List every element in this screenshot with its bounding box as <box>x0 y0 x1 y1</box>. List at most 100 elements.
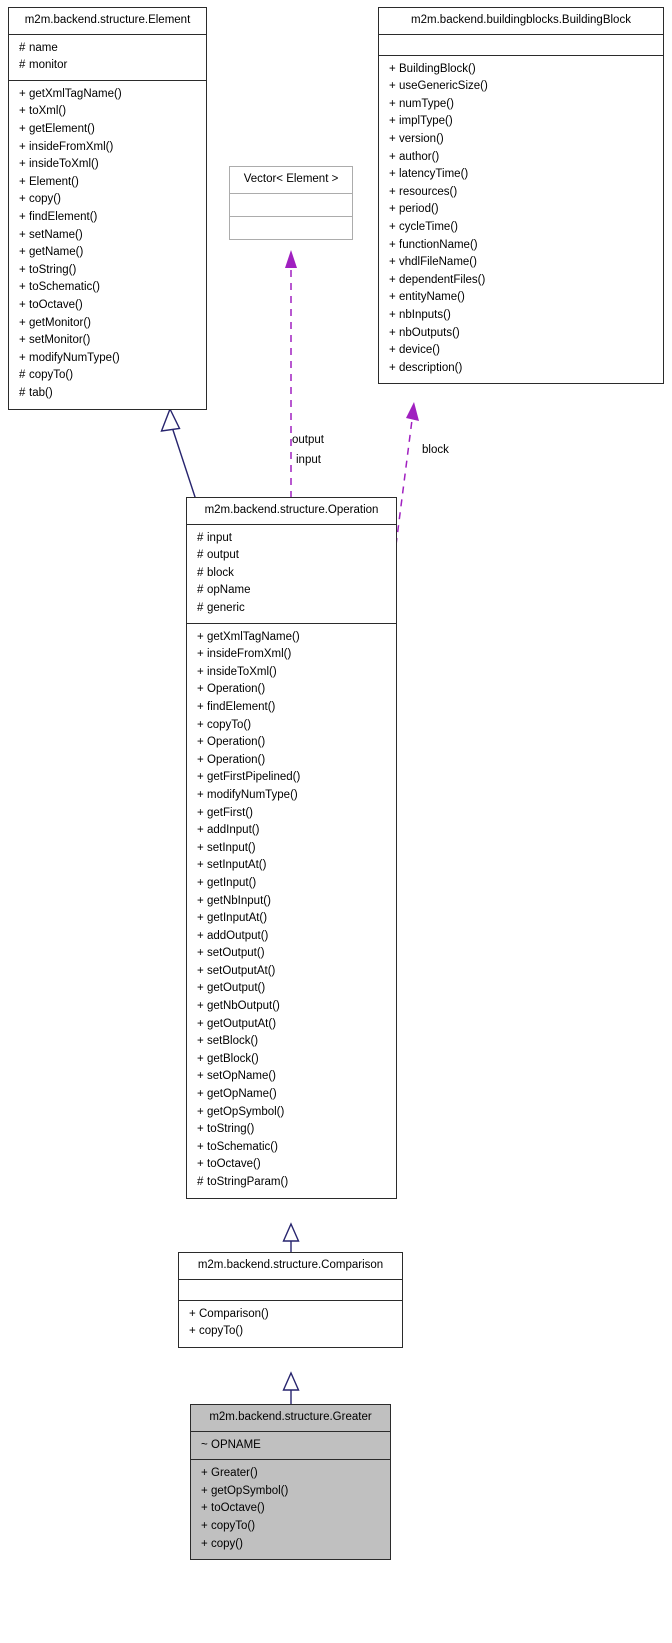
visibility-marker: + <box>197 1000 204 1013</box>
visibility-marker: + <box>389 326 396 339</box>
visibility-marker: + <box>197 788 204 801</box>
member-label: copy() <box>29 193 61 206</box>
visibility-marker: + <box>389 168 396 181</box>
member-label: Operation() <box>207 753 266 766</box>
visibility-marker: + <box>19 334 26 347</box>
class-operation: + setMonitor() <box>9 332 206 350</box>
member-label: opName <box>207 584 251 597</box>
visibility-marker: + <box>197 648 204 661</box>
class-operation: + copy() <box>191 1536 390 1554</box>
class-box-buildingblock[interactable]: m2m.backend.buildingblocks.BuildingBlock… <box>378 7 664 385</box>
class-title-operation: m2m.backend.structure.Operation <box>187 498 396 525</box>
visibility-marker: # <box>197 531 204 544</box>
member-label: author() <box>399 150 440 163</box>
visibility-marker: # <box>197 549 204 562</box>
class-attribute: # name <box>9 40 206 58</box>
visibility-marker: + <box>19 175 26 188</box>
member-label: setBlock() <box>207 1035 259 1048</box>
class-operation: + insideToXml() <box>9 156 206 174</box>
member-label: Element() <box>29 175 79 188</box>
class-box-comparison[interactable]: m2m.backend.structure.Comparison + Compar… <box>178 1252 403 1348</box>
class-operation: + toString() <box>9 262 206 280</box>
class-operation: + getInputAt() <box>187 910 396 928</box>
visibility-marker: # <box>197 1176 204 1189</box>
visibility-marker: + <box>389 185 396 198</box>
member-label: addOutput() <box>207 929 269 942</box>
class-operations-comparison: + Comparison() + copyTo() <box>179 1301 402 1347</box>
class-operation: + Operation() <box>187 681 396 699</box>
class-attribute: # input <box>187 530 396 548</box>
member-label: nbInputs() <box>399 308 451 321</box>
visibility-marker: + <box>19 210 26 223</box>
visibility-marker: + <box>189 1325 196 1338</box>
member-label: getNbInput() <box>207 894 271 907</box>
class-title-vector-element: Vector< Element > <box>230 167 352 194</box>
class-box-greater[interactable]: m2m.backend.structure.Greater ~ OPNAME + G… <box>190 1404 391 1561</box>
member-label: toOctave() <box>207 1158 261 1171</box>
visibility-marker: + <box>197 894 204 907</box>
visibility-marker: + <box>389 220 396 233</box>
class-operation: + period() <box>379 201 663 219</box>
visibility-marker: + <box>197 683 204 696</box>
class-attributes-greater: ~ OPNAME <box>191 1431 390 1461</box>
class-operation: + Greater() <box>191 1465 390 1483</box>
class-operations-vector-element <box>230 217 352 239</box>
class-operations-operation: + getXmlTagName() + insideFromXml() + insideT… <box>187 624 396 1198</box>
class-operation: + toOctave() <box>9 297 206 315</box>
visibility-marker: + <box>389 256 396 269</box>
member-label: copyTo() <box>211 1520 256 1533</box>
visibility-marker: + <box>389 291 396 304</box>
class-operation: + entityName() <box>379 289 663 307</box>
class-operation: + BuildingBlock() <box>379 61 663 79</box>
class-operation: # copyTo() <box>9 367 206 385</box>
visibility-marker: # <box>19 59 26 72</box>
class-operation: + copy() <box>9 191 206 209</box>
class-operation: + getFirst() <box>187 805 396 823</box>
class-box-operation[interactable]: m2m.backend.structure.Operation # input # o… <box>186 497 397 1199</box>
class-operation: + getOpSymbol() <box>191 1483 390 1501</box>
class-operation: + nbOutputs() <box>379 325 663 343</box>
class-operation: + cycleTime() <box>379 219 663 237</box>
member-label: findElement() <box>29 210 98 223</box>
class-operation: + setName() <box>9 227 206 245</box>
class-operation: + nbInputs() <box>379 307 663 325</box>
visibility-marker: + <box>197 824 204 837</box>
member-label: setOpName() <box>207 1070 277 1083</box>
member-label: modifyNumType() <box>207 788 298 801</box>
member-label: toSchematic() <box>29 281 100 294</box>
class-operation: + setOutputAt() <box>187 963 396 981</box>
class-box-vector-element[interactable]: Vector< Element > <box>229 166 353 240</box>
visibility-marker: + <box>389 344 396 357</box>
class-operations-greater: + Greater() + getOpSymbol() + toOctave() + copy… <box>191 1460 390 1560</box>
visibility-marker: + <box>197 736 204 749</box>
class-title-greater: m2m.backend.structure.Greater <box>191 1405 390 1432</box>
class-attribute: ~ OPNAME <box>191 1437 390 1455</box>
visibility-marker: + <box>19 123 26 136</box>
member-label: setMonitor() <box>29 334 91 347</box>
member-label: copyTo() <box>207 718 252 731</box>
class-operation: + resources() <box>379 184 663 202</box>
member-label: insideToXml() <box>207 665 277 678</box>
visibility-marker: + <box>197 718 204 731</box>
member-label: toString() <box>29 263 77 276</box>
visibility-marker: + <box>19 105 26 118</box>
member-label: toStringParam() <box>207 1176 289 1189</box>
class-operation: + findElement() <box>187 699 396 717</box>
member-label: generic <box>207 602 245 615</box>
class-title-buildingblock: m2m.backend.buildingblocks.BuildingBlock <box>379 8 663 35</box>
visibility-marker: + <box>19 263 26 276</box>
member-label: getOutputAt() <box>207 1017 277 1030</box>
class-box-element[interactable]: m2m.backend.structure.Element # name # moni… <box>8 7 207 410</box>
visibility-marker: + <box>197 1105 204 1118</box>
member-label: getNbOutput() <box>207 1000 280 1013</box>
class-operation: + setBlock() <box>187 1033 396 1051</box>
member-label: copyTo() <box>199 1325 244 1338</box>
member-label: monitor <box>29 59 68 72</box>
class-operation: # toStringParam() <box>187 1174 396 1192</box>
member-label: getXmlTagName() <box>29 87 122 100</box>
member-label: addInput() <box>207 824 260 837</box>
member-label: findElement() <box>207 700 276 713</box>
class-operation: + vhdlFileName() <box>379 254 663 272</box>
visibility-marker: + <box>197 964 204 977</box>
member-label: device() <box>399 344 440 357</box>
